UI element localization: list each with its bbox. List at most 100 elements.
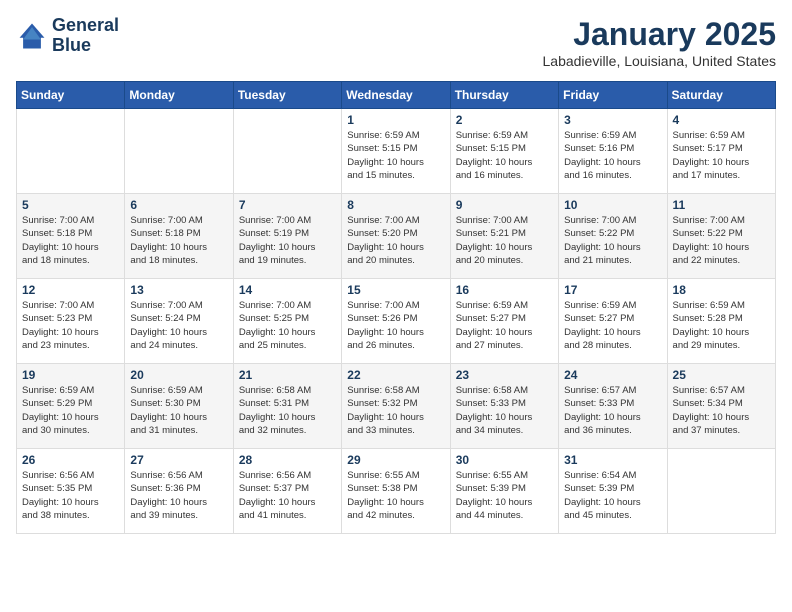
month-title: January 2025: [543, 16, 777, 53]
location: Labadieville, Louisiana, United States: [543, 53, 777, 69]
day-cell: 11 Sunrise: 7:00 AMSunset: 5:22 PMDayligh…: [667, 194, 775, 279]
day-number: 6: [130, 198, 227, 212]
day-cell: 6Sunrise: 7:00 AMSunset: 5:18 PMDaylight…: [125, 194, 233, 279]
day-cell: 16 Sunrise: 6:59 AMSunset: 5:27 PMDayligh…: [450, 279, 558, 364]
day-number: 3: [564, 113, 661, 127]
day-info: Sunrise: 6:56 AMSunset: 5:37 PMDaylight:…: [239, 469, 336, 522]
day-cell: 7 Sunrise: 7:00 AMSunset: 5:19 PMDaylight…: [233, 194, 341, 279]
day-number: 20: [130, 368, 227, 382]
day-cell: 24 Sunrise: 6:57 AMSunset: 5:33 PMDayligh…: [559, 364, 667, 449]
day-number: 21: [239, 368, 336, 382]
day-info: Sunrise: 6:57 AMSunset: 5:34 PMDaylight:…: [673, 384, 770, 437]
day-info: Sunrise: 6:59 AMSunset: 5:27 PMDaylight:…: [564, 299, 661, 352]
day-info: Sunrise: 7:00 AMSunset: 5:20 PMDaylight:…: [347, 214, 444, 267]
day-cell: 19 Sunrise: 6:59 AMSunset: 5:29 PMDayligh…: [17, 364, 125, 449]
day-cell: [667, 449, 775, 534]
day-number: 29: [347, 453, 444, 467]
week-row-3: 12 Sunrise: 7:00 AMSunset: 5:23 PMDayligh…: [17, 279, 776, 364]
calendar: SundayMondayTuesdayWednesdayThursdayFrid…: [16, 81, 776, 534]
day-number: 23: [456, 368, 553, 382]
day-info: Sunrise: 6:57 AMSunset: 5:33 PMDaylight:…: [564, 384, 661, 437]
day-cell: 9 Sunrise: 7:00 AMSunset: 5:21 PMDaylight…: [450, 194, 558, 279]
day-info: Sunrise: 6:56 AMSunset: 5:36 PMDaylight:…: [130, 469, 227, 522]
day-cell: 15 Sunrise: 7:00 AMSunset: 5:26 PMDayligh…: [342, 279, 450, 364]
day-cell: 27 Sunrise: 6:56 AMSunset: 5:36 PMDayligh…: [125, 449, 233, 534]
day-cell: 1 Sunrise: 6:59 AMSunset: 5:15 PMDaylight…: [342, 109, 450, 194]
day-info: Sunrise: 7:00 AMSunset: 5:23 PMDaylight:…: [22, 299, 119, 352]
day-cell: 18 Sunrise: 6:59 AMSunset: 5:28 PMDayligh…: [667, 279, 775, 364]
day-cell: [125, 109, 233, 194]
logo: General Blue: [16, 16, 119, 56]
weekday-header-thursday: Thursday: [450, 82, 558, 109]
day-info: Sunrise: 7:00 AMSunset: 5:22 PMDaylight:…: [564, 214, 661, 267]
day-cell: 31Sunrise: 6:54 AMSunset: 5:39 PMDayligh…: [559, 449, 667, 534]
day-info: Sunrise: 7:00 AMSunset: 5:19 PMDaylight:…: [239, 214, 336, 267]
day-cell: 2 Sunrise: 6:59 AMSunset: 5:15 PMDaylight…: [450, 109, 558, 194]
day-info: Sunrise: 6:55 AMSunset: 5:38 PMDaylight:…: [347, 469, 444, 522]
day-cell: 12 Sunrise: 7:00 AMSunset: 5:23 PMDayligh…: [17, 279, 125, 364]
weekday-header-saturday: Saturday: [667, 82, 775, 109]
day-info: Sunrise: 6:59 AMSunset: 5:28 PMDaylight:…: [673, 299, 770, 352]
day-info: Sunrise: 6:56 AMSunset: 5:35 PMDaylight:…: [22, 469, 119, 522]
week-row-1: 1 Sunrise: 6:59 AMSunset: 5:15 PMDaylight…: [17, 109, 776, 194]
weekday-header-friday: Friday: [559, 82, 667, 109]
logo-icon: [16, 20, 48, 52]
day-info: Sunrise: 7:00 AMSunset: 5:25 PMDaylight:…: [239, 299, 336, 352]
day-cell: 5 Sunrise: 7:00 AMSunset: 5:18 PMDaylight…: [17, 194, 125, 279]
day-number: 24: [564, 368, 661, 382]
day-info: Sunrise: 6:59 AMSunset: 5:30 PMDaylight:…: [130, 384, 227, 437]
day-info: Sunrise: 7:00 AMSunset: 5:18 PMDaylight:…: [22, 214, 119, 267]
day-number: 10: [564, 198, 661, 212]
day-cell: 14Sunrise: 7:00 AMSunset: 5:25 PMDayligh…: [233, 279, 341, 364]
day-number: 15: [347, 283, 444, 297]
day-cell: 21 Sunrise: 6:58 AMSunset: 5:31 PMDayligh…: [233, 364, 341, 449]
day-info: Sunrise: 7:00 AMSunset: 5:24 PMDaylight:…: [130, 299, 227, 352]
day-number: 30: [456, 453, 553, 467]
week-row-5: 26Sunrise: 6:56 AMSunset: 5:35 PMDayligh…: [17, 449, 776, 534]
day-info: Sunrise: 7:00 AMSunset: 5:26 PMDaylight:…: [347, 299, 444, 352]
weekday-header-wednesday: Wednesday: [342, 82, 450, 109]
day-cell: 10 Sunrise: 7:00 AMSunset: 5:22 PMDayligh…: [559, 194, 667, 279]
day-number: 31: [564, 453, 661, 467]
day-cell: 26Sunrise: 6:56 AMSunset: 5:35 PMDayligh…: [17, 449, 125, 534]
day-number: 25: [673, 368, 770, 382]
day-number: 16: [456, 283, 553, 297]
day-cell: 4 Sunrise: 6:59 AMSunset: 5:17 PMDaylight…: [667, 109, 775, 194]
day-number: 12: [22, 283, 119, 297]
day-info: Sunrise: 7:00 AMSunset: 5:22 PMDaylight:…: [673, 214, 770, 267]
day-number: 18: [673, 283, 770, 297]
day-cell: 20 Sunrise: 6:59 AMSunset: 5:30 PMDayligh…: [125, 364, 233, 449]
day-info: Sunrise: 6:59 AMSunset: 5:16 PMDaylight:…: [564, 129, 661, 182]
day-info: Sunrise: 6:58 AMSunset: 5:31 PMDaylight:…: [239, 384, 336, 437]
day-info: Sunrise: 6:59 AMSunset: 5:27 PMDaylight:…: [456, 299, 553, 352]
day-cell: 30 Sunrise: 6:55 AMSunset: 5:39 PMDayligh…: [450, 449, 558, 534]
day-info: Sunrise: 6:59 AMSunset: 5:15 PMDaylight:…: [347, 129, 444, 182]
day-number: 4: [673, 113, 770, 127]
day-info: Sunrise: 6:59 AMSunset: 5:17 PMDaylight:…: [673, 129, 770, 182]
day-info: Sunrise: 6:55 AMSunset: 5:39 PMDaylight:…: [456, 469, 553, 522]
day-number: 11: [673, 198, 770, 212]
week-row-4: 19 Sunrise: 6:59 AMSunset: 5:29 PMDayligh…: [17, 364, 776, 449]
day-info: Sunrise: 6:59 AMSunset: 5:29 PMDaylight:…: [22, 384, 119, 437]
day-cell: 28Sunrise: 6:56 AMSunset: 5:37 PMDayligh…: [233, 449, 341, 534]
day-number: 8: [347, 198, 444, 212]
day-number: 13: [130, 283, 227, 297]
day-info: Sunrise: 6:59 AMSunset: 5:15 PMDaylight:…: [456, 129, 553, 182]
day-cell: 23Sunrise: 6:58 AMSunset: 5:33 PMDayligh…: [450, 364, 558, 449]
day-number: 7: [239, 198, 336, 212]
weekday-header-sunday: Sunday: [17, 82, 125, 109]
day-cell: 13 Sunrise: 7:00 AMSunset: 5:24 PMDayligh…: [125, 279, 233, 364]
weekday-header-monday: Monday: [125, 82, 233, 109]
day-number: 1: [347, 113, 444, 127]
weekday-header-tuesday: Tuesday: [233, 82, 341, 109]
day-cell: 25 Sunrise: 6:57 AMSunset: 5:34 PMDayligh…: [667, 364, 775, 449]
day-number: 5: [22, 198, 119, 212]
day-info: Sunrise: 7:00 AMSunset: 5:21 PMDaylight:…: [456, 214, 553, 267]
weekday-header-row: SundayMondayTuesdayWednesdayThursdayFrid…: [17, 82, 776, 109]
day-number: 2: [456, 113, 553, 127]
week-row-2: 5 Sunrise: 7:00 AMSunset: 5:18 PMDaylight…: [17, 194, 776, 279]
day-cell: 17Sunrise: 6:59 AMSunset: 5:27 PMDayligh…: [559, 279, 667, 364]
day-number: 19: [22, 368, 119, 382]
day-number: 9: [456, 198, 553, 212]
day-number: 27: [130, 453, 227, 467]
